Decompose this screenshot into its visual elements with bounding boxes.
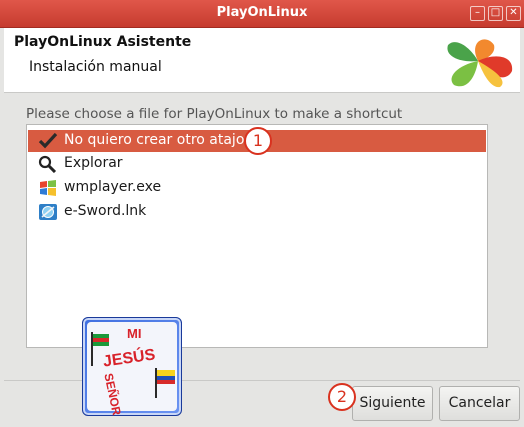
title-bar[interactable]: PlayOnLinux – □ ✕ bbox=[0, 0, 524, 28]
list-item[interactable]: wmplayer.exe bbox=[28, 177, 486, 199]
list-item-label: wmplayer.exe bbox=[64, 179, 162, 195]
file-prompt: Please choose a file for PlayOnLinux to … bbox=[26, 106, 403, 122]
list-item-label: No quiero crear otro atajo bbox=[64, 132, 245, 148]
magnifier-icon bbox=[38, 155, 57, 173]
wizard-header: PlayOnLinux Asistente Instalación manual bbox=[4, 28, 520, 93]
playonlinux-logo-icon bbox=[447, 39, 513, 88]
minimize-icon[interactable]: – bbox=[470, 6, 485, 21]
stamp-inner: MI JESÚS SEÑOR bbox=[87, 322, 177, 417]
window-title: PlayOnLinux bbox=[216, 5, 308, 20]
list-item[interactable]: Explorar bbox=[28, 153, 486, 175]
checkmark-icon bbox=[38, 132, 58, 149]
file-list[interactable]: No quiero crear otro atajo Explorar wmpl… bbox=[26, 124, 488, 348]
wizard-title: PlayOnLinux Asistente bbox=[14, 34, 192, 50]
windows-media-player-icon bbox=[40, 180, 56, 196]
maximize-icon[interactable]: □ bbox=[488, 6, 503, 21]
esword-icon bbox=[39, 204, 57, 220]
list-item-label: Explorar bbox=[64, 155, 123, 171]
close-icon[interactable]: ✕ bbox=[506, 6, 521, 21]
watermark-stamp: MI JESÚS SEÑOR bbox=[82, 317, 182, 417]
annotation-badge-2: 2 bbox=[328, 383, 356, 411]
playonlinux-window: PlayOnLinux – □ ✕ PlayOnLinux Asistente … bbox=[0, 0, 524, 427]
list-item-label: e-Sword.lnk bbox=[64, 203, 147, 219]
wizard-subtitle: Instalación manual bbox=[29, 59, 162, 75]
annotation-badge-1: 1 bbox=[244, 127, 272, 155]
list-item[interactable]: e-Sword.lnk bbox=[28, 201, 486, 223]
stamp-word-mi: MI bbox=[127, 326, 142, 341]
cancel-button[interactable]: Cancelar bbox=[439, 386, 520, 421]
next-button[interactable]: Siguiente bbox=[352, 386, 433, 421]
